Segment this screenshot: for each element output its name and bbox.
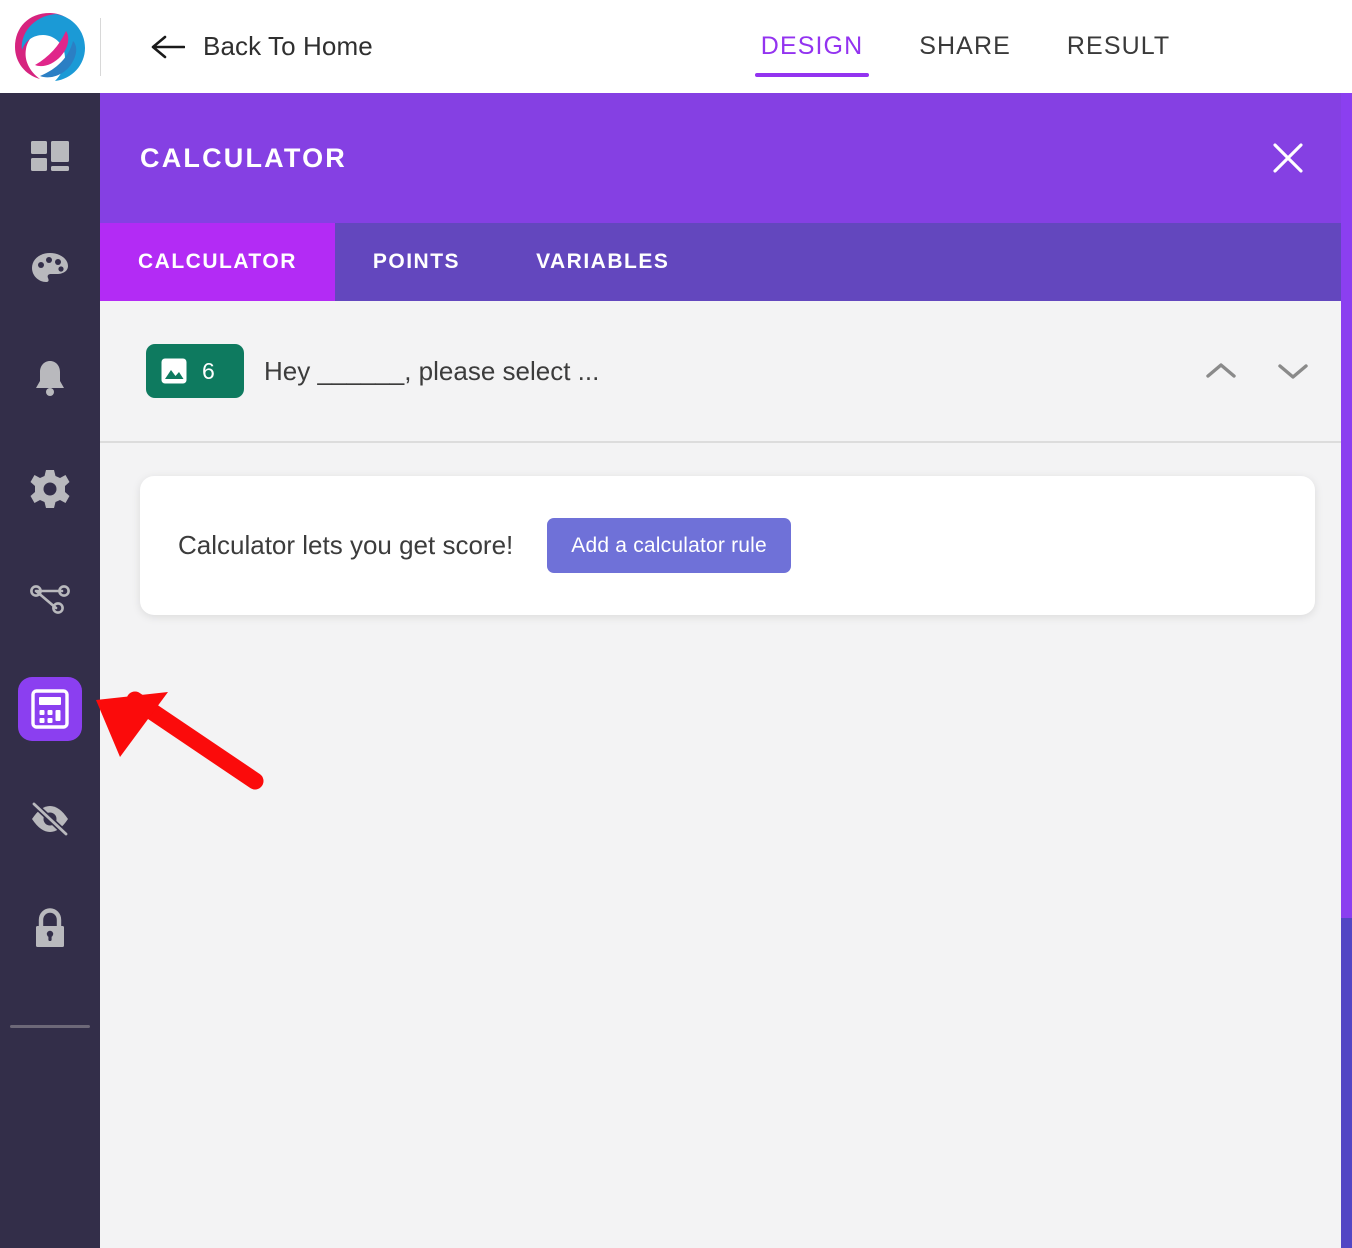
- grid-icon: [31, 141, 69, 171]
- panel-right-edge-bottom: [1341, 918, 1352, 1248]
- sidebar-item-dashboard[interactable]: [18, 127, 82, 191]
- top-tabs: DESIGN SHARE RESULT: [733, 0, 1198, 93]
- move-up-button[interactable]: [1202, 352, 1240, 390]
- add-calculator-rule-button[interactable]: Add a calculator rule: [547, 518, 791, 573]
- sidebar-divider: [10, 1025, 90, 1028]
- calculator-card-message: Calculator lets you get score!: [178, 530, 514, 560]
- question-number: 6: [202, 357, 215, 384]
- panel-header: CALCULATOR: [100, 93, 1352, 223]
- close-button[interactable]: [1266, 136, 1310, 180]
- panel-title: CALCULATOR: [140, 142, 347, 173]
- sidebar-item-logic[interactable]: [18, 567, 82, 631]
- bell-icon: [36, 361, 64, 396]
- close-icon: [1273, 143, 1303, 173]
- eye-off-icon: [31, 801, 69, 837]
- panel-tabs: CALCULATOR POINTS VARIABLES: [100, 223, 1352, 301]
- brand-logo[interactable]: [0, 0, 100, 93]
- lock-icon: [36, 908, 64, 947]
- question-badge: 6: [146, 344, 244, 398]
- arrow-left-icon: [151, 35, 185, 58]
- panel-tab-variables[interactable]: VARIABLES: [498, 223, 707, 301]
- top-bar: Back To Home DESIGN SHARE RESULT: [0, 0, 1352, 93]
- calculator-empty-card: Calculator lets you get score! Add a cal…: [140, 476, 1315, 615]
- tab-share[interactable]: SHARE: [891, 0, 1039, 93]
- back-to-home-button[interactable]: Back To Home: [151, 31, 373, 62]
- question-text: Hey ______, please select ...: [264, 355, 600, 386]
- quillforms-logo-icon: [15, 12, 85, 81]
- chevron-down-icon: [1278, 364, 1308, 379]
- back-to-home-label: Back To Home: [203, 31, 373, 61]
- calculator-panel: CALCULATOR CALCULATOR POINTS VARIABLES 6…: [100, 93, 1352, 1248]
- gear-icon: [30, 470, 70, 508]
- sidebar-item-hidden-fields[interactable]: [18, 787, 82, 851]
- logic-flow-icon: [30, 585, 70, 614]
- topbar-divider: [100, 17, 101, 76]
- panel-tab-calculator[interactable]: CALCULATOR: [100, 223, 335, 301]
- chevron-up-icon: [1206, 363, 1236, 378]
- image-icon: [161, 358, 187, 384]
- calculator-icon: [31, 689, 69, 729]
- tab-result[interactable]: RESULT: [1039, 0, 1198, 93]
- sidebar-item-theme[interactable]: [18, 237, 82, 301]
- question-row: 6 Hey ______, please select ...: [100, 301, 1352, 443]
- sidebar-item-notifications[interactable]: [18, 347, 82, 411]
- sidebar-item-calculator[interactable]: [18, 677, 82, 741]
- panel-tab-points[interactable]: POINTS: [335, 223, 498, 301]
- question-controls: [1202, 352, 1312, 390]
- move-down-button[interactable]: [1274, 352, 1312, 390]
- sidebar-item-settings[interactable]: [18, 457, 82, 521]
- palette-icon: [32, 253, 68, 282]
- tab-design[interactable]: DESIGN: [733, 0, 891, 93]
- sidebar-item-lock[interactable]: [18, 897, 82, 961]
- left-sidebar: [0, 93, 100, 1248]
